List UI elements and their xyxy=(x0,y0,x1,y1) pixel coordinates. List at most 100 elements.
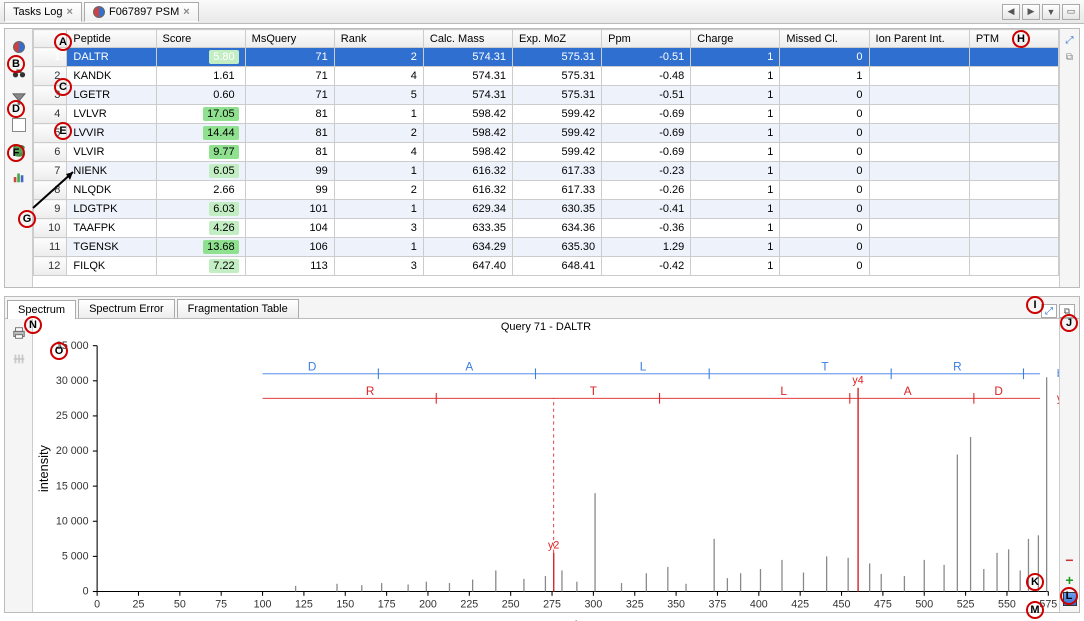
bar-chart-icon[interactable] xyxy=(11,169,27,185)
tab-tasks-log[interactable]: Tasks Log × xyxy=(4,2,82,22)
snap-out-icon[interactable]: ⧉ xyxy=(1066,52,1073,63)
cell-ppm: -0.41 xyxy=(602,200,691,219)
document-icon[interactable] xyxy=(11,117,27,133)
close-icon[interactable]: × xyxy=(67,6,73,18)
cell-charge: 1 xyxy=(691,143,780,162)
cell-exp-moz: 575.31 xyxy=(513,48,602,67)
tab-spectrum[interactable]: Spectrum xyxy=(7,300,76,319)
bottom-tabs: Spectrum Spectrum Error Fragmentation Ta… xyxy=(5,297,1079,319)
cell-ppm: 1.29 xyxy=(602,238,691,257)
cell-calc-mass: 574.31 xyxy=(423,67,512,86)
table-row[interactable]: 6VLVIR9.77814598.42599.42-0.6910 xyxy=(34,143,1059,162)
cell-score: 2.66 xyxy=(156,181,245,200)
cell-ptm xyxy=(969,200,1058,219)
cell-rank: 1 xyxy=(334,200,423,219)
cell-rank: 1 xyxy=(334,105,423,124)
zoom-in-icon[interactable]: + xyxy=(1065,572,1073,588)
table-row[interactable]: 5LVVIR14.44812598.42599.42-0.6910 xyxy=(34,124,1059,143)
annotation-I: I xyxy=(1026,296,1044,314)
cell-rank: 5 xyxy=(334,86,423,105)
circle-half-icon[interactable] xyxy=(11,39,27,55)
col-ion-parent-int[interactable]: Ion Parent Int. xyxy=(869,30,969,48)
cell-charge: 1 xyxy=(691,257,780,276)
table-header-row: Peptide Score MsQuery Rank Calc. Mass Ex… xyxy=(34,30,1059,48)
col-charge[interactable]: Charge xyxy=(691,30,780,48)
cell-rank: 3 xyxy=(334,257,423,276)
col-peptide[interactable]: Peptide xyxy=(67,30,156,48)
annotation-B: B xyxy=(7,55,25,73)
col-calc-mass[interactable]: Calc. Mass xyxy=(423,30,512,48)
svg-text:400: 400 xyxy=(750,599,768,611)
table-row[interactable]: 9LDGTPK6.031011629.34630.35-0.4110 xyxy=(34,200,1059,219)
table-row[interactable]: 4LVLVR17.05811598.42599.42-0.6910 xyxy=(34,105,1059,124)
col-missed-cl[interactable]: Missed Cl. xyxy=(780,30,869,48)
cell-msquery: 81 xyxy=(245,143,334,162)
tab-fragmentation-table[interactable]: Fragmentation Table xyxy=(177,299,299,318)
svg-text:b: b xyxy=(1057,368,1059,380)
cell-msquery: 104 xyxy=(245,219,334,238)
cell-ppm: -0.42 xyxy=(602,257,691,276)
cell-exp-moz: 630.35 xyxy=(513,200,602,219)
cell-ptm xyxy=(969,86,1058,105)
cell-msquery: 99 xyxy=(245,162,334,181)
svg-text:525: 525 xyxy=(957,599,975,611)
svg-text:R: R xyxy=(366,385,375,398)
cell-score: 14.44 xyxy=(156,124,245,143)
table-row[interactable]: 10TAAFPK4.261043633.35634.36-0.3610 xyxy=(34,219,1059,238)
cell-ion-parent xyxy=(869,219,969,238)
table-row[interactable]: 3LGETR0.60715574.31575.31-0.5110 xyxy=(34,86,1059,105)
table-row[interactable]: 12FILQK7.221133647.40648.41-0.4210 xyxy=(34,257,1059,276)
cell-exp-moz: 635.30 xyxy=(513,238,602,257)
cell-score: 6.05 xyxy=(156,162,245,181)
svg-text:y: y xyxy=(1057,393,1059,405)
svg-text:125: 125 xyxy=(295,599,313,611)
cell-missed: 0 xyxy=(780,162,869,181)
tab-minimize-button[interactable]: ▭ xyxy=(1062,4,1080,20)
tab-dropdown-button[interactable]: ▼ xyxy=(1042,4,1060,20)
table-row[interactable]: 2KANDK1.61714574.31575.31-0.4811 xyxy=(34,67,1059,86)
cell-ptm xyxy=(969,124,1058,143)
svg-text:475: 475 xyxy=(874,599,892,611)
cell-ptm xyxy=(969,238,1058,257)
cell-ion-parent xyxy=(869,238,969,257)
cell-ptm xyxy=(969,48,1058,67)
settings-icon[interactable] xyxy=(11,351,27,367)
table-row[interactable]: 8NLQDK2.66992616.32617.33-0.2610 xyxy=(34,181,1059,200)
svg-text:50: 50 xyxy=(174,599,186,611)
cell-missed: 0 xyxy=(780,181,869,200)
cell-missed: 0 xyxy=(780,105,869,124)
cell-exp-moz: 599.42 xyxy=(513,143,602,162)
cell-ptm xyxy=(969,105,1058,124)
table-row[interactable]: 7NIENK6.05991616.32617.33-0.2310 xyxy=(34,162,1059,181)
table-row[interactable]: 11TGENSK13.681061634.29635.301.2910 xyxy=(34,238,1059,257)
col-msquery[interactable]: MsQuery xyxy=(245,30,334,48)
row-number: 10 xyxy=(34,219,67,238)
table-row[interactable]: 1DALTR5.80712574.31575.31-0.5110 xyxy=(34,48,1059,67)
cell-peptide: LVLVR xyxy=(67,105,156,124)
cell-rank: 4 xyxy=(334,67,423,86)
tab-psm[interactable]: F067897 PSM × xyxy=(84,2,199,22)
cell-calc-mass: 598.42 xyxy=(423,143,512,162)
close-icon[interactable]: × xyxy=(183,6,189,18)
col-ppm[interactable]: Ppm xyxy=(602,30,691,48)
cell-msquery: 71 xyxy=(245,67,334,86)
cell-ion-parent xyxy=(869,86,969,105)
spectrum-chart[interactable]: Query 71 - DALTR 05 00010 00015 00020 00… xyxy=(33,319,1059,612)
col-rank[interactable]: Rank xyxy=(334,30,423,48)
cell-missed: 1 xyxy=(780,67,869,86)
tab-spectrum-error[interactable]: Spectrum Error xyxy=(78,299,175,318)
psm-table[interactable]: Peptide Score MsQuery Rank Calc. Mass Ex… xyxy=(33,29,1059,276)
cell-msquery: 99 xyxy=(245,181,334,200)
cell-charge: 1 xyxy=(691,200,780,219)
cell-ion-parent xyxy=(869,48,969,67)
col-score[interactable]: Score xyxy=(156,30,245,48)
cell-msquery: 101 xyxy=(245,200,334,219)
tab-prev-button[interactable]: ◀ xyxy=(1002,4,1020,20)
expand-icon[interactable]: ⤢ xyxy=(1066,35,1074,46)
zoom-out-icon[interactable]: − xyxy=(1065,552,1073,568)
cell-peptide: NIENK xyxy=(67,162,156,181)
cell-rank: 4 xyxy=(334,143,423,162)
col-exp-moz[interactable]: Exp. MoZ xyxy=(513,30,602,48)
tab-next-button[interactable]: ▶ xyxy=(1022,4,1040,20)
cell-calc-mass: 598.42 xyxy=(423,124,512,143)
